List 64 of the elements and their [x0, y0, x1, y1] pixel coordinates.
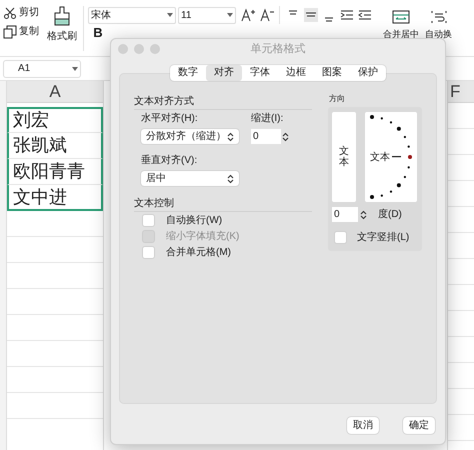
- stepper-icon: [360, 210, 367, 220]
- cut-button[interactable]: 剪切: [3, 6, 39, 20]
- stepper-icon: [282, 132, 289, 142]
- field-label: 度(D): [378, 208, 402, 222]
- checkbox[interactable]: [142, 214, 155, 226]
- indent-field[interactable]: 0: [251, 129, 281, 144]
- field-label: 缩进(I):: [251, 112, 284, 126]
- tab[interactable]: 对齐: [206, 65, 242, 81]
- column-header[interactable]: A: [7, 81, 103, 103]
- stepper-icon: [227, 132, 234, 142]
- font-select[interactable]: 宋体: [88, 6, 176, 24]
- copy-button[interactable]: 复制: [3, 25, 39, 39]
- merge-cells-icon: [392, 10, 410, 24]
- merge-center-button[interactable]: 合并居中: [383, 10, 419, 56]
- wrap-text-icon: [430, 10, 446, 24]
- cancel-button[interactable]: 取消: [347, 417, 379, 434]
- vertical-align-select[interactable]: 居中: [141, 171, 239, 186]
- tab[interactable]: 数字: [170, 65, 206, 81]
- tab[interactable]: 字体: [242, 65, 278, 81]
- caret-icon: [227, 13, 233, 17]
- horizontal-align-select[interactable]: 分散对齐（缩进）: [141, 129, 239, 144]
- dial-dots-icon: [368, 115, 414, 199]
- caret-icon: [72, 66, 78, 70]
- field-label: 水平对齐(H):: [141, 112, 199, 126]
- option-label: 自动换行(W): [166, 214, 222, 228]
- format-painter-button[interactable]: 格式刷: [47, 6, 77, 56]
- wrap-text-button[interactable]: 自动换: [425, 10, 452, 56]
- vertical-text-preview[interactable]: 文本: [332, 112, 356, 202]
- name-box[interactable]: A1: [3, 60, 81, 78]
- tab[interactable]: 边框: [278, 65, 314, 81]
- column-header[interactable]: F: [448, 81, 474, 103]
- checkbox[interactable]: [334, 231, 347, 244]
- option-label: 合并单元格(M): [166, 246, 231, 260]
- tab[interactable]: 图案: [314, 65, 350, 81]
- outdent-icon[interactable]: [358, 8, 372, 22]
- table-cell: 张凯斌: [7, 133, 103, 159]
- preview-text: 文本: [339, 146, 349, 168]
- orientation-text: 文本: [370, 150, 390, 164]
- align-icon[interactable]: [304, 8, 318, 22]
- copy-icon: [3, 25, 17, 39]
- degrees-field[interactable]: 0: [332, 207, 358, 222]
- field-label: 垂直对齐(V):: [141, 154, 198, 168]
- scissors-icon: [3, 6, 17, 20]
- checkbox[interactable]: [142, 246, 155, 258]
- bold-button[interactable]: B: [91, 26, 105, 40]
- window-title: 单元格格式: [250, 42, 306, 57]
- section-title: 文本对齐方式: [134, 96, 195, 108]
- table-cell: 文中进: [7, 185, 103, 211]
- stepper-icon: [227, 174, 234, 184]
- option-label: 缩小字体填充(K): [166, 230, 240, 244]
- option-label: 文字竖排(L): [357, 230, 410, 245]
- section-title: 方向: [329, 94, 346, 104]
- tab[interactable]: 保护: [350, 65, 386, 81]
- table-cell: 欧阳青青: [7, 159, 103, 185]
- section-title: 文本控制: [134, 198, 175, 210]
- table-cell: 刘宏: [7, 107, 103, 133]
- caret-icon: [167, 13, 173, 17]
- font-grow-icon[interactable]: [241, 8, 255, 22]
- orientation-dial[interactable]: 文本: [365, 112, 417, 202]
- ok-button[interactable]: 确定: [403, 417, 435, 434]
- font-shrink-icon[interactable]: [260, 8, 274, 22]
- indent-icon[interactable]: [340, 8, 354, 22]
- paint-brush-icon: [53, 6, 71, 26]
- font-size-select[interactable]: 11: [178, 6, 236, 24]
